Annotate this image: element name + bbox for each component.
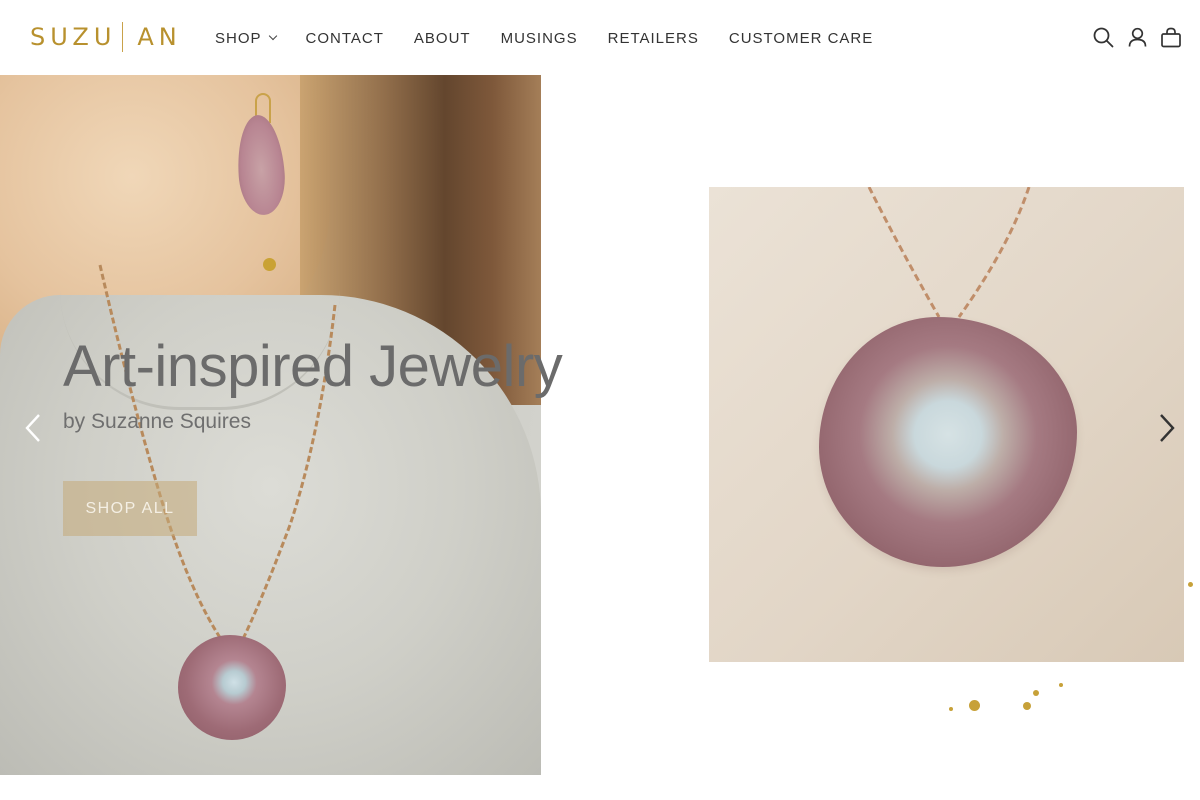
hero-product-area <box>541 75 1200 775</box>
pendant-enamel <box>819 317 1077 567</box>
nav-item-about[interactable]: ABOUT <box>414 28 471 48</box>
nav-item-retailers[interactable]: RETAILERS <box>608 28 699 48</box>
logo-divider <box>122 22 124 52</box>
brand-logo[interactable]: SUZU AN <box>30 22 182 52</box>
logo-text-left: SUZU <box>30 23 117 51</box>
gold-fleck <box>1188 582 1193 587</box>
gold-fleck <box>1059 683 1063 687</box>
account-icon[interactable] <box>1126 26 1148 48</box>
logo-text-right: AN <box>137 23 182 51</box>
main-nav: SHOP CONTACT ABOUT MUSINGS RETAILERS CUS… <box>215 28 903 48</box>
nav-item-label: SHOP <box>215 29 262 47</box>
pendant-product-photo <box>709 187 1184 662</box>
pendant-chain <box>867 187 1031 318</box>
gold-fleck <box>949 707 953 711</box>
nav-item-label: CUSTOMER CARE <box>728 29 874 47</box>
cart-icon[interactable] <box>1160 26 1182 48</box>
nav-item-label: RETAILERS <box>607 29 699 47</box>
nav-item-shop[interactable]: SHOP <box>215 28 277 48</box>
shop-all-button[interactable]: SHOP ALL <box>63 481 197 536</box>
nav-item-customer-care[interactable]: CUSTOMER CARE <box>729 28 873 48</box>
hero-subtitle: by Suzanne Squires <box>63 410 251 433</box>
chevron-down-icon <box>268 31 277 41</box>
nav-item-label: MUSINGS <box>500 29 578 47</box>
slideshow-prev-button[interactable] <box>18 413 48 443</box>
nav-item-contact[interactable]: CONTACT <box>306 28 384 48</box>
site-header: SUZU AN SHOP CONTACT ABOUT MUSINGS RETAI… <box>0 0 1200 75</box>
nav-item-label: CONTACT <box>305 29 384 47</box>
nav-item-musings[interactable]: MUSINGS <box>501 28 578 48</box>
search-icon[interactable] <box>1092 26 1114 48</box>
chevron-right-icon <box>1160 414 1175 442</box>
gold-fleck <box>1033 690 1039 696</box>
header-actions <box>1092 26 1182 48</box>
chevron-left-icon <box>25 414 40 442</box>
gold-fleck <box>1023 702 1031 710</box>
gold-fleck <box>969 700 980 711</box>
slideshow-next-button[interactable] <box>1152 413 1182 443</box>
nav-item-label: ABOUT <box>413 29 471 47</box>
pendant-worn <box>178 635 286 740</box>
hero-slideshow: Art-inspired Jewelry by Suzanne Squires … <box>0 75 1200 775</box>
hero-title: Art-inspired Jewelry <box>63 334 563 399</box>
